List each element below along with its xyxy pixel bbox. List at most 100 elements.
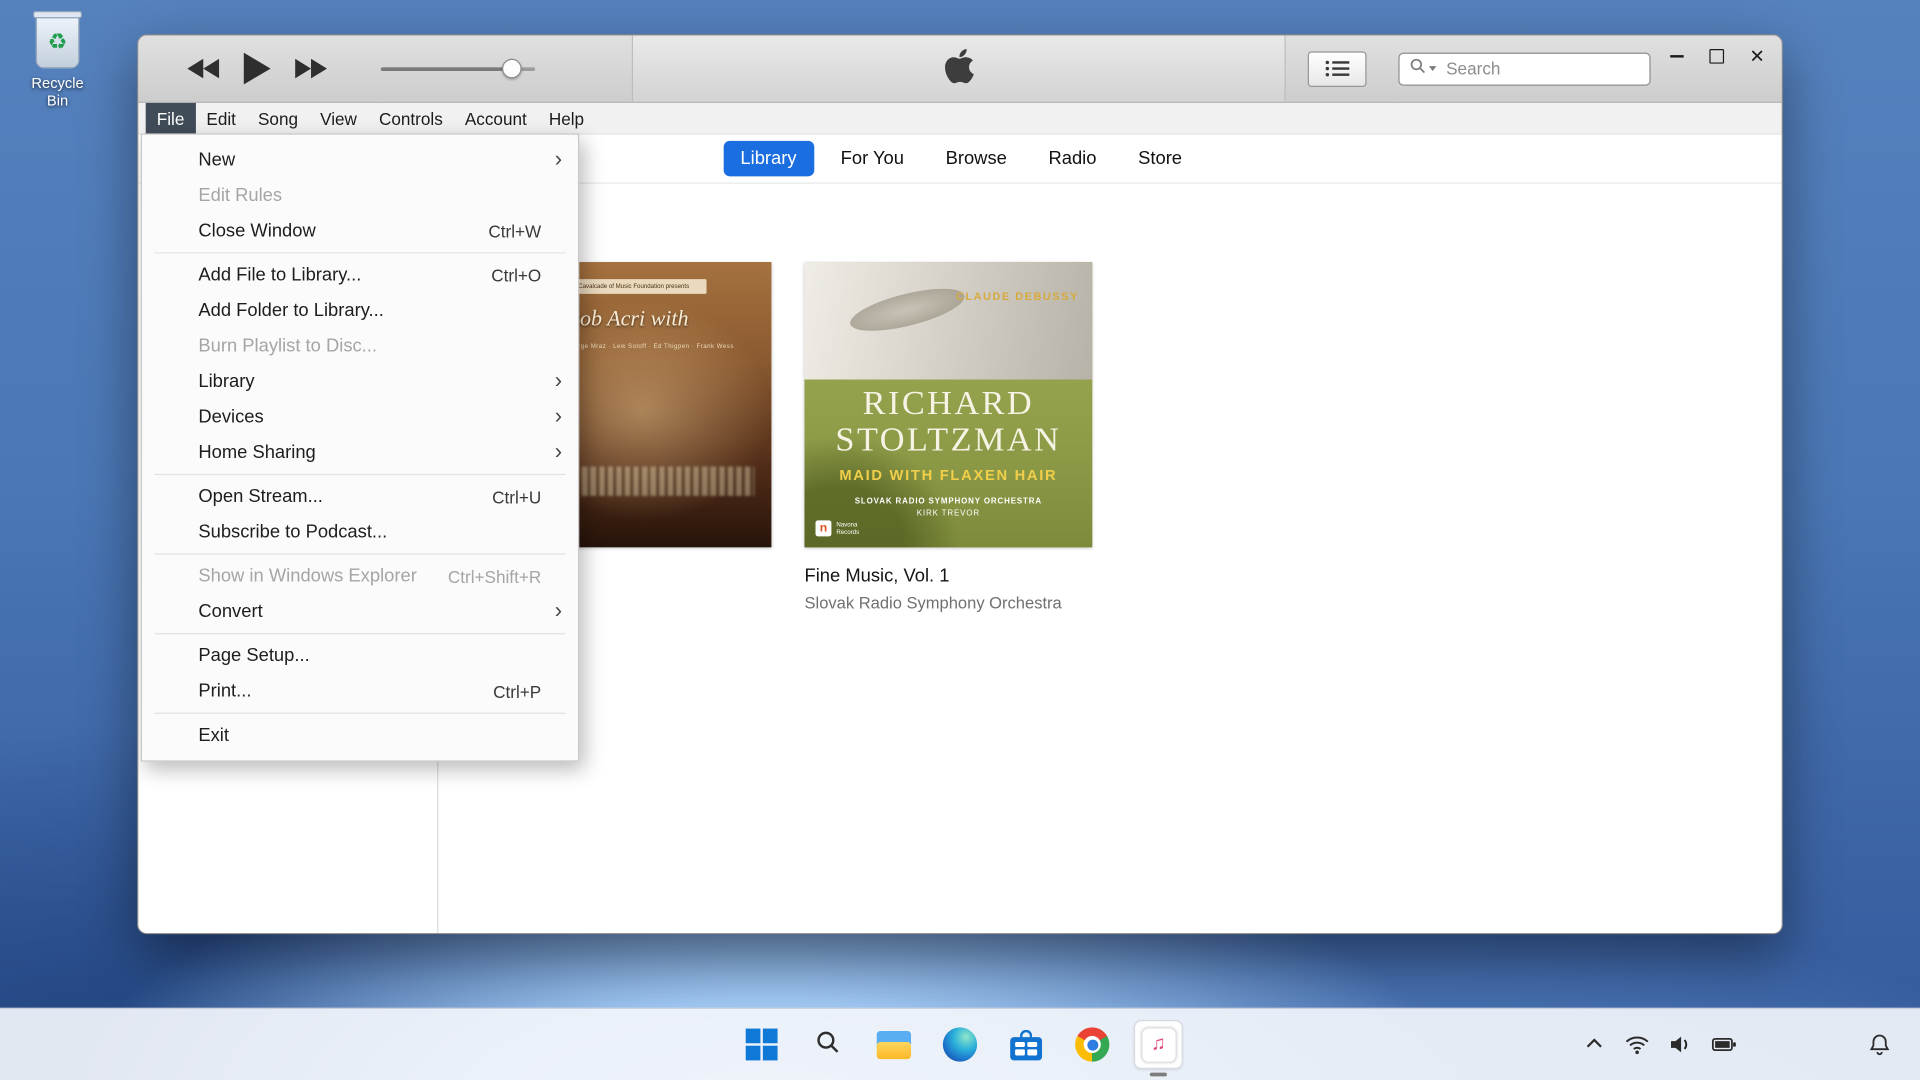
microsoft-store-icon	[1010, 1029, 1042, 1060]
close-icon: ✕	[1749, 47, 1764, 65]
volume-icon[interactable]	[1667, 1031, 1694, 1058]
notifications-bell-button[interactable]	[1866, 1009, 1893, 1080]
tray-chevron-up-icon[interactable]	[1581, 1031, 1608, 1058]
file-menu-item-page-setup[interactable]: Page Setup...	[142, 638, 578, 674]
toolbar: ✕	[138, 36, 1781, 103]
menu-item-shortcut: Ctrl+U	[492, 487, 541, 507]
maximize-button[interactable]	[1704, 43, 1728, 70]
desktop: ♻ Recycle Bin	[0, 0, 1920, 1080]
submenu-chevron-icon: ›	[555, 597, 562, 623]
menu-item-shortcut: Ctrl+W	[488, 221, 541, 241]
maximize-icon	[1709, 49, 1724, 64]
menu-item-label: Home Sharing	[198, 442, 315, 463]
album2-conductor: KIRK TREVOR	[804, 509, 1092, 518]
menu-item-label: Exit	[198, 725, 229, 746]
menu-bar: File Edit Song View Controls Account Hel…	[138, 103, 1781, 135]
file-menu-item-print[interactable]: Print... Ctrl+P	[142, 673, 578, 709]
file-menu-item-devices[interactable]: Devices ›	[142, 399, 578, 435]
search-field[interactable]	[1398, 52, 1650, 85]
file-menu-item-new[interactable]: New ›	[142, 142, 578, 178]
microsoft-store-button[interactable]	[1002, 1020, 1051, 1069]
volume-slider-fill	[381, 67, 512, 71]
album2-artist-line2: STOLTZMAN	[804, 422, 1092, 459]
menu-separator	[154, 713, 565, 714]
chrome-button[interactable]	[1068, 1020, 1117, 1069]
submenu-chevron-icon: ›	[555, 367, 562, 393]
album-artist[interactable]: Slovak Radio Symphony Orchestra	[804, 594, 1092, 612]
taskbar-search-button[interactable]	[803, 1020, 852, 1069]
album2-main-panel: RICHARD STOLTZMAN MAID WITH FLAXEN HAIR …	[804, 380, 1092, 548]
battery-icon[interactable]	[1709, 1031, 1738, 1058]
start-button[interactable]	[737, 1020, 786, 1069]
menu-account[interactable]: Account	[454, 103, 538, 134]
itunes-button[interactable]: ♫	[1134, 1020, 1183, 1069]
tab-radio[interactable]: Radio	[1034, 141, 1111, 177]
album-item[interactable]: CLAUDE DEBUSSY RICHARD STOLTZMAN MAID WI…	[804, 262, 1092, 612]
menu-item-label: Add File to Library...	[198, 264, 361, 285]
search-scope-chevron-icon	[1429, 66, 1436, 71]
menu-view[interactable]: View	[309, 103, 368, 134]
submenu-chevron-icon: ›	[555, 403, 562, 429]
file-explorer-button[interactable]	[869, 1020, 918, 1069]
menu-item-label: Open Stream...	[198, 486, 323, 507]
file-menu-item-open-stream[interactable]: Open Stream... Ctrl+U	[142, 479, 578, 515]
minimize-icon	[1670, 55, 1683, 57]
menu-separator	[154, 553, 565, 554]
itunes-window: ✕ File Edit Song View Controls Account H…	[137, 34, 1783, 934]
album2-photo-band	[804, 262, 1092, 380]
album2-artist-line1: RICHARD	[804, 386, 1092, 423]
menu-item-shortcut: Ctrl+P	[493, 681, 541, 701]
file-menu-item-close-window[interactable]: Close Window Ctrl+W	[142, 213, 578, 249]
recycle-bin-label: Recycle Bin	[20, 75, 96, 109]
close-button[interactable]: ✕	[1745, 43, 1769, 70]
file-menu-item-subscribe-podcast[interactable]: Subscribe to Podcast...	[142, 514, 578, 550]
menu-controls[interactable]: Controls	[368, 103, 454, 134]
play-button[interactable]	[244, 53, 271, 85]
menu-separator	[154, 474, 565, 475]
menu-file[interactable]: File	[146, 103, 196, 134]
menu-item-label: Print...	[198, 681, 251, 702]
menu-song[interactable]: Song	[247, 103, 309, 134]
file-menu-item-burn-playlist: Burn Playlist to Disc...	[142, 328, 578, 364]
rewind-button[interactable]	[187, 59, 219, 79]
itunes-icon: ♫	[1141, 1027, 1177, 1063]
file-menu-item-add-folder[interactable]: Add Folder to Library...	[142, 293, 578, 329]
wifi-icon[interactable]	[1624, 1031, 1651, 1058]
tab-store[interactable]: Store	[1123, 141, 1196, 177]
tab-browse[interactable]: Browse	[931, 141, 1022, 177]
file-menu-item-home-sharing[interactable]: Home Sharing ›	[142, 435, 578, 471]
minimize-button[interactable]	[1664, 43, 1688, 70]
menu-item-shortcut: Ctrl+Shift+R	[448, 566, 541, 586]
tab-for-you[interactable]: For You	[826, 141, 919, 177]
search-icon	[813, 1027, 842, 1063]
file-menu-item-add-file[interactable]: Add File to Library... Ctrl+O	[142, 257, 578, 293]
menu-item-label: Subscribe to Podcast...	[198, 522, 387, 543]
windows-logo-icon	[746, 1029, 778, 1061]
chrome-icon	[1075, 1027, 1109, 1061]
submenu-chevron-icon: ›	[555, 438, 562, 464]
menu-item-label: Devices	[198, 407, 263, 428]
system-tray	[1581, 1009, 1739, 1080]
album2-composer: CLAUDE DEBUSSY	[956, 290, 1079, 302]
fast-forward-button[interactable]	[295, 59, 327, 79]
menu-edit[interactable]: Edit	[195, 103, 247, 134]
menu-separator	[154, 252, 565, 253]
search-input[interactable]	[1444, 58, 1640, 80]
menu-item-label: Add Folder to Library...	[198, 300, 383, 321]
search-icon	[1409, 57, 1426, 80]
window-controls: ✕	[1664, 43, 1769, 70]
album-cover-fine-music[interactable]: CLAUDE DEBUSSY RICHARD STOLTZMAN MAID WI…	[804, 262, 1092, 547]
folder-icon	[877, 1030, 911, 1058]
edge-button[interactable]	[936, 1020, 985, 1069]
album-title[interactable]: Fine Music, Vol. 1	[804, 566, 1092, 587]
menu-separator	[154, 633, 565, 634]
file-menu-item-library[interactable]: Library ›	[142, 364, 578, 400]
recycle-bin[interactable]: ♻ Recycle Bin	[20, 15, 96, 109]
file-menu-item-convert[interactable]: Convert ›	[142, 594, 578, 630]
file-menu-item-exit[interactable]: Exit	[142, 718, 578, 754]
menu-help[interactable]: Help	[538, 103, 595, 134]
list-view-button[interactable]	[1308, 51, 1367, 87]
volume-slider[interactable]	[381, 67, 535, 71]
tab-library[interactable]: Library	[723, 141, 813, 177]
volume-slider-thumb[interactable]	[502, 59, 522, 79]
